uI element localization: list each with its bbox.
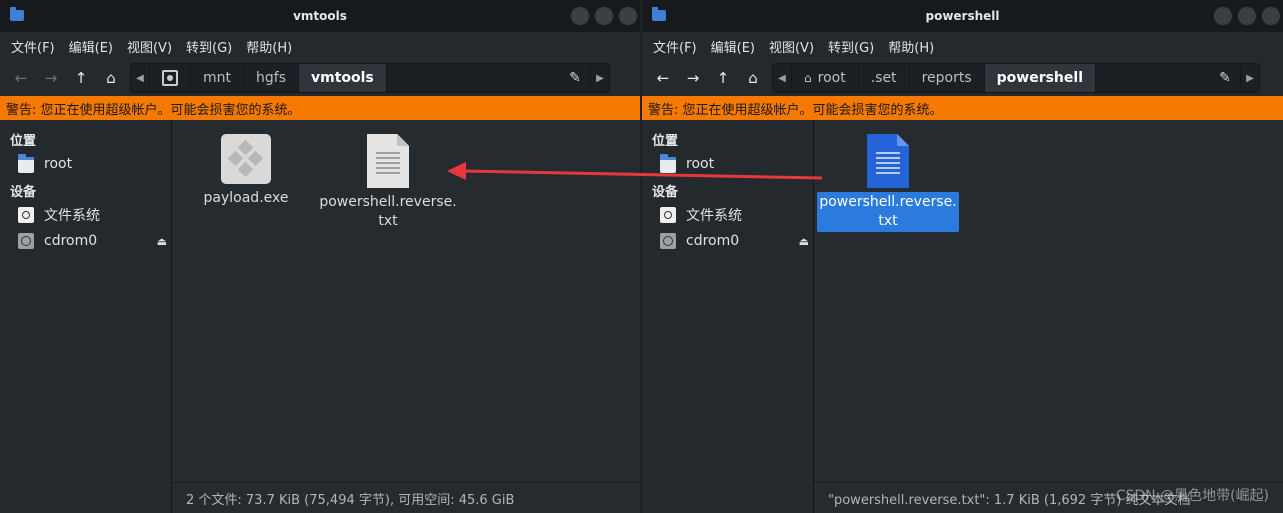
sidebar-item-filesystem[interactable]: 文件系统 bbox=[642, 202, 813, 228]
file-item-payload-exe[interactable]: payload.exe bbox=[178, 134, 314, 209]
edit-path-icon[interactable]: ✎ bbox=[561, 64, 589, 92]
path-crumb-hgfs[interactable]: hgfs bbox=[244, 64, 299, 92]
path-crumb-reports[interactable]: reports bbox=[910, 64, 985, 92]
file-view[interactable]: powershell.reverse. txt "powershell.reve… bbox=[814, 120, 1283, 513]
toolbar: ← → ↑ ⌂ ◀ ⌂ root .set reports powershell … bbox=[642, 60, 1283, 96]
close-button[interactable] bbox=[618, 6, 638, 26]
file-view[interactable]: payload.exe powershell.reverse. txt 2 个文… bbox=[172, 120, 640, 513]
forward-arrow-icon[interactable]: → bbox=[36, 63, 66, 93]
path-crumb-root[interactable]: ⌂ root bbox=[792, 64, 859, 92]
cd-icon bbox=[660, 233, 676, 249]
maximize-button[interactable] bbox=[1237, 6, 1257, 26]
sidebar-header-devices: 设备 bbox=[652, 185, 679, 200]
sidebar: 位置 root 设备 文件系统 cdrom0 ⏏ bbox=[642, 120, 814, 513]
minimize-button[interactable] bbox=[1213, 6, 1233, 26]
drive-icon bbox=[18, 207, 34, 223]
sidebar-item-label: 文件系统 bbox=[44, 208, 100, 224]
folder-icon bbox=[660, 154, 676, 173]
sidebar-header-places: 位置 bbox=[652, 134, 679, 149]
path-scroll-right-icon[interactable]: ▶ bbox=[1240, 64, 1259, 92]
folder-app-icon bbox=[10, 7, 24, 21]
home-icon: ⌂ bbox=[804, 71, 812, 85]
text-file-icon bbox=[367, 134, 409, 188]
sidebar-item-label: root bbox=[686, 156, 715, 172]
forward-arrow-icon[interactable]: → bbox=[678, 63, 708, 93]
file-manager-window-right: powershell 文件(F) 编辑(E) 视图(V) 转到(G) 帮助(H)… bbox=[642, 0, 1283, 513]
toolbar: ← → ↑ ⌂ ◀ mnt hgfs vmtools ✎ ▶ bbox=[0, 60, 640, 96]
path-scroll-right-icon[interactable]: ▶ bbox=[590, 64, 609, 92]
sidebar-item-label: root bbox=[44, 156, 73, 172]
eject-icon[interactable]: ⏏ bbox=[799, 235, 809, 248]
minimize-button[interactable] bbox=[570, 6, 590, 26]
menu-view[interactable]: 视图(V) bbox=[762, 37, 821, 56]
root-warning-banner: 警告: 您正在使用超级帐户。可能会损害您的系统。 bbox=[0, 96, 640, 120]
up-arrow-icon[interactable]: ↑ bbox=[66, 63, 96, 93]
home-icon[interactable]: ⌂ bbox=[96, 63, 126, 93]
menu-go[interactable]: 转到(G) bbox=[179, 37, 239, 56]
menu-view[interactable]: 视图(V) bbox=[120, 37, 179, 56]
back-arrow-icon[interactable]: ← bbox=[6, 63, 36, 93]
title-bar[interactable]: powershell bbox=[642, 0, 1283, 32]
drive-icon bbox=[660, 207, 676, 223]
path-crumb-mnt[interactable]: mnt bbox=[191, 64, 244, 92]
path-crumb-vmtools[interactable]: vmtools bbox=[298, 64, 387, 92]
crumb-label: root bbox=[817, 70, 846, 86]
menu-file[interactable]: 文件(F) bbox=[4, 37, 62, 56]
file-item-powershell-reverse-txt[interactable]: powershell.reverse. txt bbox=[817, 134, 959, 232]
menu-go[interactable]: 转到(G) bbox=[821, 37, 881, 56]
path-crumb-powershell[interactable]: powershell bbox=[984, 64, 1096, 92]
path-scroll-left-icon[interactable]: ◀ bbox=[131, 64, 150, 92]
sidebar-item-cdrom0[interactable]: cdrom0 ⏏ bbox=[642, 228, 813, 254]
window-title: powershell bbox=[925, 9, 1000, 23]
window-title: vmtools bbox=[293, 9, 347, 23]
cd-icon bbox=[18, 233, 34, 249]
sidebar-item-label: cdrom0 bbox=[686, 233, 740, 249]
menu-bar: 文件(F) 编辑(E) 视图(V) 转到(G) 帮助(H) bbox=[0, 32, 640, 60]
status-bar: 2 个文件: 73.7 KiB (75,494 字节), 可用空间: 45.6 … bbox=[172, 482, 640, 513]
file-item-powershell-reverse-txt[interactable]: powershell.reverse. txt bbox=[319, 134, 457, 232]
disk-icon bbox=[162, 70, 178, 86]
sidebar-item-root[interactable]: root bbox=[0, 151, 171, 177]
sidebar-item-cdrom0[interactable]: cdrom0 ⏏ bbox=[0, 228, 171, 254]
up-arrow-icon[interactable]: ↑ bbox=[708, 63, 738, 93]
sidebar: 位置 root 设备 文件系统 cdrom0 ⏏ bbox=[0, 120, 172, 513]
folder-app-icon bbox=[652, 7, 666, 21]
sidebar-header-places: 位置 bbox=[10, 134, 37, 149]
watermark: CSDN @黑色地带(崛起) bbox=[1115, 488, 1269, 504]
menu-file[interactable]: 文件(F) bbox=[646, 37, 704, 56]
back-arrow-icon[interactable]: ← bbox=[648, 63, 678, 93]
path-crumb-set[interactable]: .set bbox=[859, 64, 910, 92]
root-warning-banner: 警告: 您正在使用超级帐户。可能会损害您的系统。 bbox=[642, 96, 1283, 120]
sidebar-item-label: 文件系统 bbox=[686, 208, 742, 224]
menu-edit[interactable]: 编辑(E) bbox=[704, 37, 762, 56]
path-root-disk[interactable] bbox=[150, 64, 191, 92]
folder-icon bbox=[18, 154, 34, 173]
edit-path-icon[interactable]: ✎ bbox=[1211, 64, 1239, 92]
text-file-icon bbox=[867, 134, 909, 188]
sidebar-item-label: cdrom0 bbox=[44, 233, 98, 249]
maximize-button[interactable] bbox=[594, 6, 614, 26]
menu-help[interactable]: 帮助(H) bbox=[881, 37, 941, 56]
file-manager-window-left: vmtools 文件(F) 编辑(E) 视图(V) 转到(G) 帮助(H) ← … bbox=[0, 0, 640, 513]
close-button[interactable] bbox=[1261, 6, 1281, 26]
sidebar-item-root[interactable]: root bbox=[642, 151, 813, 177]
file-label: powershell.reverse. txt bbox=[319, 194, 457, 229]
path-bar: ◀ mnt hgfs vmtools ✎ ▶ bbox=[130, 63, 610, 93]
title-bar[interactable]: vmtools bbox=[0, 0, 640, 32]
file-label: payload.exe bbox=[203, 190, 289, 206]
menu-bar: 文件(F) 编辑(E) 视图(V) 转到(G) 帮助(H) bbox=[642, 32, 1283, 60]
sidebar-header-devices: 设备 bbox=[10, 185, 37, 200]
home-icon[interactable]: ⌂ bbox=[738, 63, 768, 93]
menu-edit[interactable]: 编辑(E) bbox=[62, 37, 120, 56]
path-scroll-left-icon[interactable]: ◀ bbox=[773, 64, 792, 92]
menu-help[interactable]: 帮助(H) bbox=[239, 37, 299, 56]
exe-icon bbox=[221, 134, 271, 184]
eject-icon[interactable]: ⏏ bbox=[157, 235, 167, 248]
file-label: powershell.reverse. txt bbox=[817, 192, 959, 232]
path-bar: ◀ ⌂ root .set reports powershell ✎ ▶ bbox=[772, 63, 1260, 93]
sidebar-item-filesystem[interactable]: 文件系统 bbox=[0, 202, 171, 228]
